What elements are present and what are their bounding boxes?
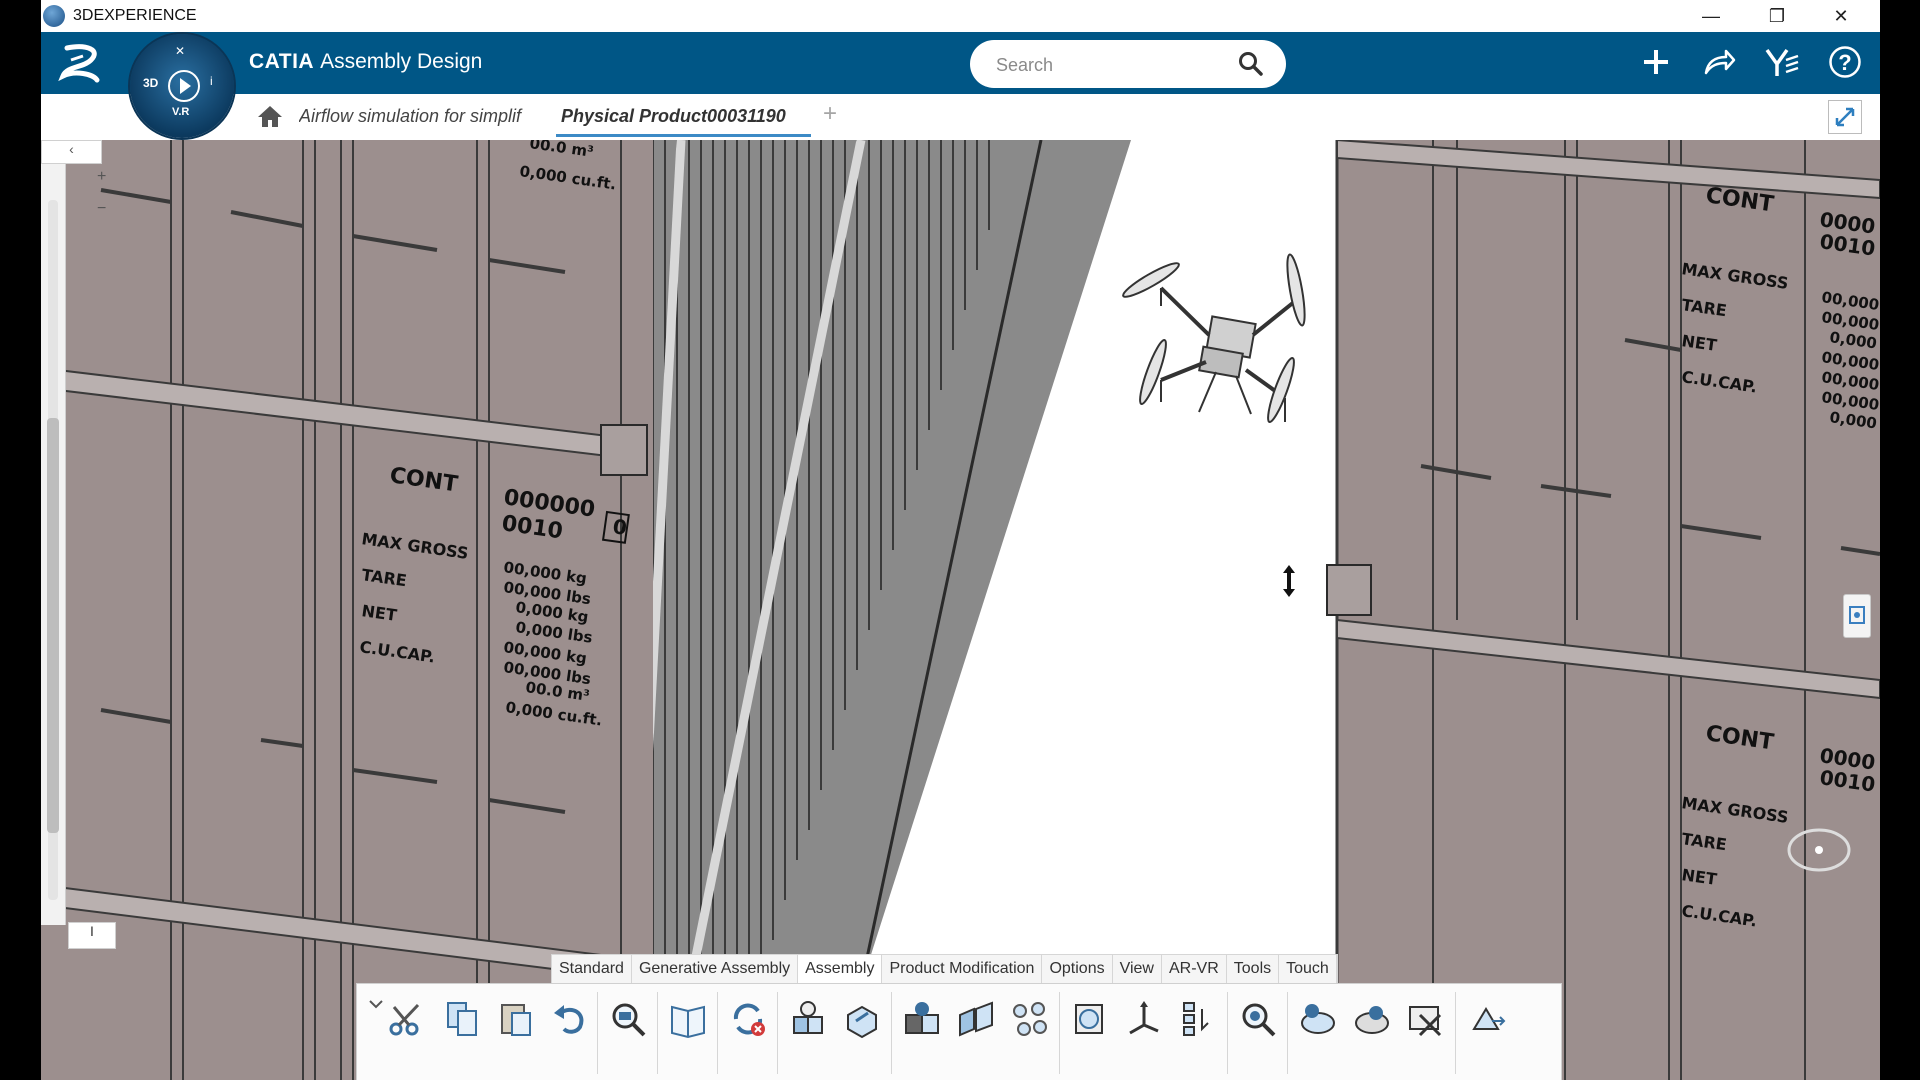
tree-scroll-thumb[interactable] [47, 418, 59, 833]
undo-icon[interactable] [547, 996, 593, 1042]
delete-update-icon[interactable] [725, 996, 771, 1042]
analysis-icon[interactable] [1295, 996, 1341, 1042]
replace-component-icon[interactable] [899, 996, 945, 1042]
right-corner-casting [1326, 564, 1372, 616]
explode-icon[interactable] [1007, 996, 1053, 1042]
corner-casting [600, 424, 648, 476]
engineering-connection-icon[interactable] [953, 996, 999, 1042]
section-tab-standard[interactable]: Standard [552, 955, 632, 983]
resize-cursor-icon [1283, 565, 1295, 597]
search-box[interactable] [970, 40, 1286, 88]
clash-icon[interactable] [1349, 996, 1395, 1042]
tree-collapse-icon[interactable]: − [97, 200, 106, 218]
collapse-tree-button[interactable]: ‹ [41, 140, 102, 164]
collaboration-icon[interactable] [1762, 42, 1802, 82]
compass-move-icon[interactable] [1463, 996, 1509, 1042]
restore-button[interactable]: ❐ [1745, 0, 1809, 32]
pattern-icon[interactable] [1067, 996, 1113, 1042]
active-tab-indicator [556, 134, 811, 137]
minimize-button[interactable]: — [1679, 0, 1743, 32]
tree-panel-strip[interactable]: ‹ [41, 140, 102, 925]
3d-compass[interactable]: ✕ 3D i V.R [130, 34, 234, 138]
section-tab-product-modification[interactable]: Product Modification [882, 955, 1043, 983]
section-tab-view[interactable]: View [1113, 955, 1162, 983]
home-icon[interactable] [257, 104, 283, 133]
tab-physical-product[interactable]: Physical Product00031190 [561, 106, 786, 127]
compass-info-icon[interactable]: i [210, 74, 213, 88]
action-bar [356, 983, 1562, 1080]
help-icon[interactable]: ? [1825, 42, 1865, 82]
toolbar-separator [777, 992, 778, 1074]
compass-vr-label[interactable]: V.R [172, 106, 189, 118]
window-titlebar: 3DEXPERIENCE — ❐ ✕ [41, 0, 1880, 32]
close-button[interactable]: ✕ [1809, 0, 1873, 32]
svg-text:?: ? [1838, 50, 1851, 75]
share-icon[interactable] [1699, 42, 1739, 82]
toolbar-separator [1455, 992, 1456, 1074]
tree-bottom-button[interactable]: I [68, 922, 116, 949]
section-tab-touch[interactable]: Touch [1279, 955, 1337, 983]
toolbar-separator [891, 992, 892, 1074]
module-name: Assembly Design [320, 50, 483, 73]
compass-play-icon[interactable] [168, 70, 200, 102]
search-input[interactable] [994, 50, 1238, 80]
remove-icon[interactable] [1403, 996, 1449, 1042]
zoom-fit-icon[interactable] [1235, 996, 1281, 1042]
copy-icon[interactable] [439, 996, 485, 1042]
section-tab-generative-assembly[interactable]: Generative Assembly [632, 955, 799, 983]
app-title: CATIA Assembly Design [249, 50, 482, 74]
dassault-logo-icon[interactable] [57, 40, 107, 86]
side-panel-toggle-icon[interactable] [1843, 594, 1871, 638]
3dexperience-logo-icon [43, 5, 65, 27]
catalog-icon[interactable] [665, 996, 711, 1042]
paste-icon[interactable] [493, 996, 539, 1042]
top-bar: CATIAAssembly Design ? [41, 32, 1880, 94]
search-icon[interactable] [1238, 51, 1264, 82]
zoom-inspect-icon[interactable] [605, 996, 651, 1042]
compass-social-icon[interactable]: ✕ [175, 44, 185, 58]
section-tab-ar-vr[interactable]: AR-VR [1162, 955, 1227, 983]
catia-app-window: 3DEXPERIENCE — ❐ ✕ CATIAAssembly Design [41, 0, 1880, 1080]
section-tab-options[interactable]: Options [1042, 955, 1113, 983]
toolbar-separator [1059, 992, 1060, 1074]
compass-3d-label[interactable]: 3D [143, 76, 158, 90]
plus-icon[interactable] [1636, 42, 1676, 82]
toolbar-separator [657, 992, 658, 1074]
existing-component-icon[interactable] [839, 996, 885, 1042]
brand-name: CATIA [249, 50, 315, 73]
tree-expand-icon[interactable]: + [97, 168, 106, 186]
right-container [1337, 140, 1880, 1080]
insert-product-icon[interactable] [785, 996, 831, 1042]
action-bar-section-tabs: Standard Generative Assembly Assembly Pr… [551, 954, 1338, 984]
toolbar-separator [1287, 992, 1288, 1074]
assembly-scene[interactable]: 00.0 m³ 0,000 cu.ft. CONT 000000 0010 0 … [41, 140, 1880, 1080]
document-tab-row: Airflow simulation for simplif Physical … [41, 94, 1880, 141]
chevron-down-icon[interactable] [369, 996, 383, 1012]
toolbar-separator [1227, 992, 1228, 1074]
section-tab-tools[interactable]: Tools [1227, 955, 1280, 983]
drone-model[interactable] [1120, 253, 1308, 424]
window-title: 3DEXPERIENCE [73, 7, 197, 24]
section-icon[interactable] [1121, 996, 1167, 1042]
tree-reorder-icon[interactable] [1175, 996, 1221, 1042]
cut-icon[interactable] [383, 996, 429, 1042]
3d-viewport[interactable]: 00.0 m³ 0,000 cu.ft. CONT 000000 0010 0 … [41, 140, 1880, 1080]
breadcrumb-tab[interactable]: Airflow simulation for simplif [299, 106, 551, 127]
toolbar-separator [717, 992, 718, 1074]
section-tab-assembly[interactable]: Assembly [798, 955, 883, 983]
add-tab-button[interactable]: + [823, 100, 837, 128]
toolbar-separator [597, 992, 598, 1074]
fullscreen-button[interactable] [1828, 100, 1862, 134]
